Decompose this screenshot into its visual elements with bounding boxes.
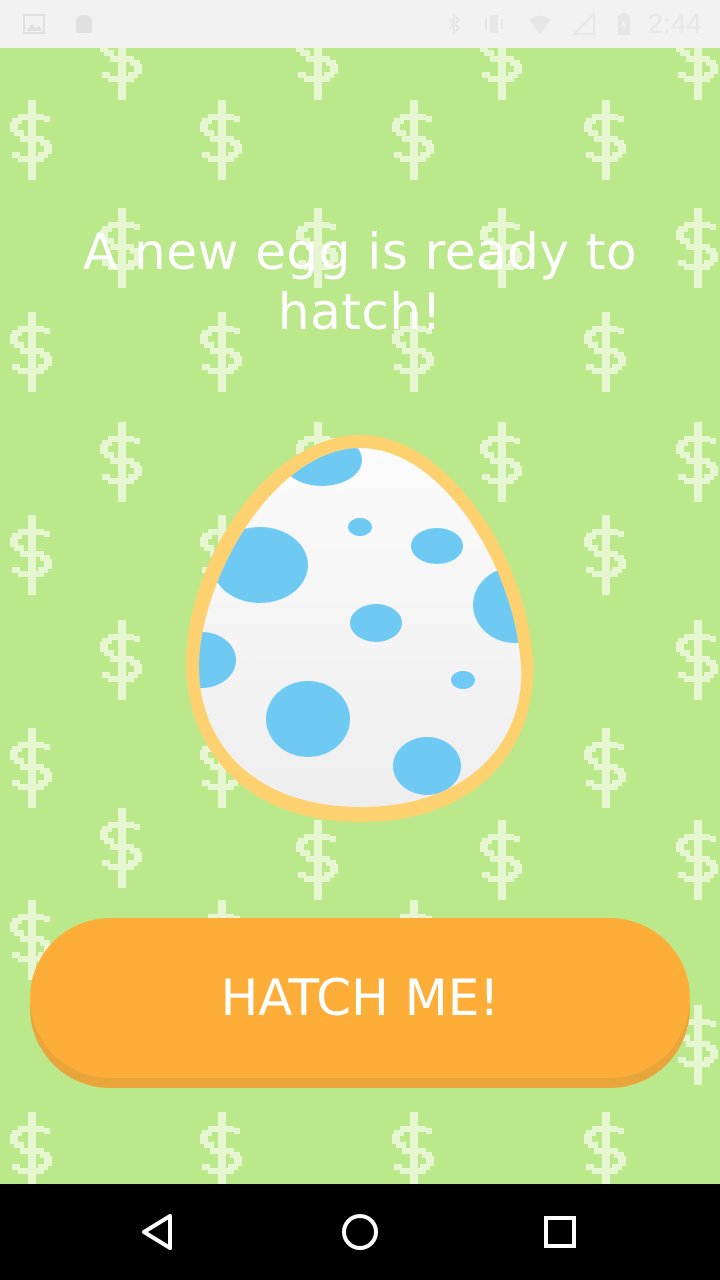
- bluetooth-icon: [448, 12, 461, 36]
- egg-icon: [186, 435, 534, 822]
- status-bar: 2:44: [0, 0, 720, 48]
- android-icon: [76, 15, 92, 33]
- vibrate-icon: [485, 15, 503, 33]
- hatch-screen: 2:44 A new egg is ready to hatch! HATCH …: [0, 0, 720, 1280]
- home-icon[interactable]: [336, 1208, 384, 1256]
- recents-icon[interactable]: [536, 1208, 584, 1256]
- status-time: 2:44: [647, 8, 703, 39]
- hatch-button-label: HATCH ME!: [220, 969, 500, 1027]
- hatch-me-button[interactable]: HATCH ME!: [30, 918, 690, 1088]
- page-title: A new egg is ready to hatch!: [82, 223, 638, 341]
- image-icon: [23, 14, 45, 34]
- battery-charging-icon: [618, 13, 630, 35]
- navigation-bar: [0, 1184, 720, 1280]
- wifi-icon: [529, 15, 551, 34]
- back-icon[interactable]: [136, 1208, 184, 1256]
- egg-image[interactable]: [180, 430, 540, 830]
- signal-icon: [572, 12, 595, 35]
